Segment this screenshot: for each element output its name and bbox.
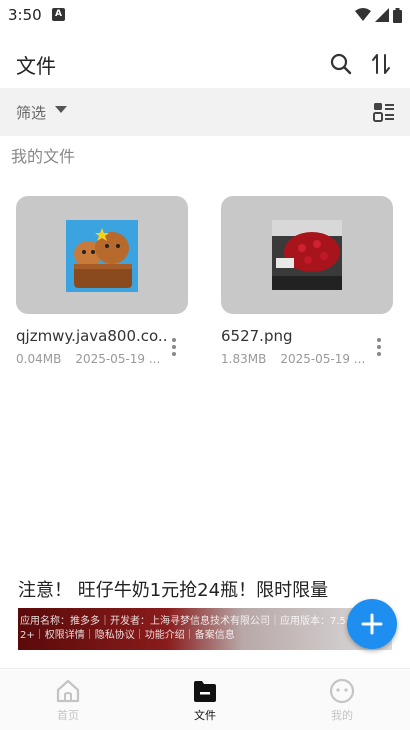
bottom-nav: 首页 文件 我的 xyxy=(0,668,410,730)
view-toggle-icon[interactable] xyxy=(372,100,396,124)
ad-info-line: 2+｜权限详情｜隐私协议｜功能介绍｜备案信息 xyxy=(20,630,235,641)
more-options-icon[interactable] xyxy=(371,336,387,358)
ad-info-line: 应用名称：推多多｜开发者：上海寻梦信息技术有限公司｜应用版本：7.58.0｜添加 xyxy=(20,616,392,627)
ad-title[interactable]: 注意！ 旺仔牛奶1元抢24瓶！限时限量 xyxy=(18,576,328,602)
wifi-icon xyxy=(355,8,371,21)
file-size: 0.04MB xyxy=(16,352,62,366)
section-title: 我的文件 xyxy=(11,147,76,166)
nav-label: 我的 xyxy=(331,709,353,722)
file-size: 1.83MB xyxy=(221,352,267,366)
file-meta: 0.04MB 2025-05-19 ... xyxy=(16,352,166,366)
signal-icon xyxy=(375,8,389,22)
sort-icon xyxy=(372,54,390,74)
status-indicators xyxy=(355,6,402,24)
file-thumbnail[interactable] xyxy=(221,196,393,314)
page-title: 文件 xyxy=(16,54,56,78)
file-name: 6527.png xyxy=(221,327,293,345)
home-icon xyxy=(56,679,80,703)
nav-item-me[interactable]: 我的 xyxy=(302,677,382,723)
nav-item-files[interactable]: 文件 xyxy=(165,677,245,723)
search-icon xyxy=(330,53,352,75)
file-meta: 1.83MB 2025-05-19 ... xyxy=(221,352,371,366)
capybara-image xyxy=(66,220,138,292)
nav-item-home[interactable]: 首页 xyxy=(28,677,108,723)
file-date: 2025-05-19 ... xyxy=(280,352,366,366)
add-file-button[interactable] xyxy=(347,599,397,649)
app-header: 文件 xyxy=(0,42,410,86)
profile-icon xyxy=(329,678,355,704)
file-card[interactable]: 6527.png 1.83MB 2025-05-19 ... xyxy=(221,196,395,366)
plus-icon xyxy=(361,613,383,635)
nav-label: 首页 xyxy=(57,709,79,722)
file-card[interactable]: qjzmwy.java800.co... 0.04MB 2025-05-19 ..… xyxy=(16,196,190,366)
file-date: 2025-05-19 ... xyxy=(75,352,161,366)
filter-dropdown[interactable]: 筛选 xyxy=(0,88,90,136)
filter-label: 筛选 xyxy=(16,104,47,122)
folder-icon xyxy=(194,681,216,702)
more-options-icon[interactable] xyxy=(166,336,182,358)
caret-down-icon xyxy=(55,106,67,113)
file-name: qjzmwy.java800.co... xyxy=(16,327,166,345)
flower-bouquet-image xyxy=(272,220,342,290)
notification-icon: A xyxy=(52,8,65,21)
sort-button[interactable] xyxy=(367,50,395,78)
nav-label: 文件 xyxy=(194,709,216,722)
search-button[interactable] xyxy=(327,50,355,78)
status-time: 3:50 xyxy=(8,6,42,24)
status-bar: 3:50 A xyxy=(0,0,410,30)
ad-banner[interactable]: 应用名称：推多多｜开发者：上海寻梦信息技术有限公司｜应用版本：7.58.0｜添加… xyxy=(18,608,392,650)
filter-bar: 筛选 xyxy=(0,88,410,136)
battery-icon xyxy=(393,7,402,23)
file-thumbnail[interactable] xyxy=(16,196,188,314)
